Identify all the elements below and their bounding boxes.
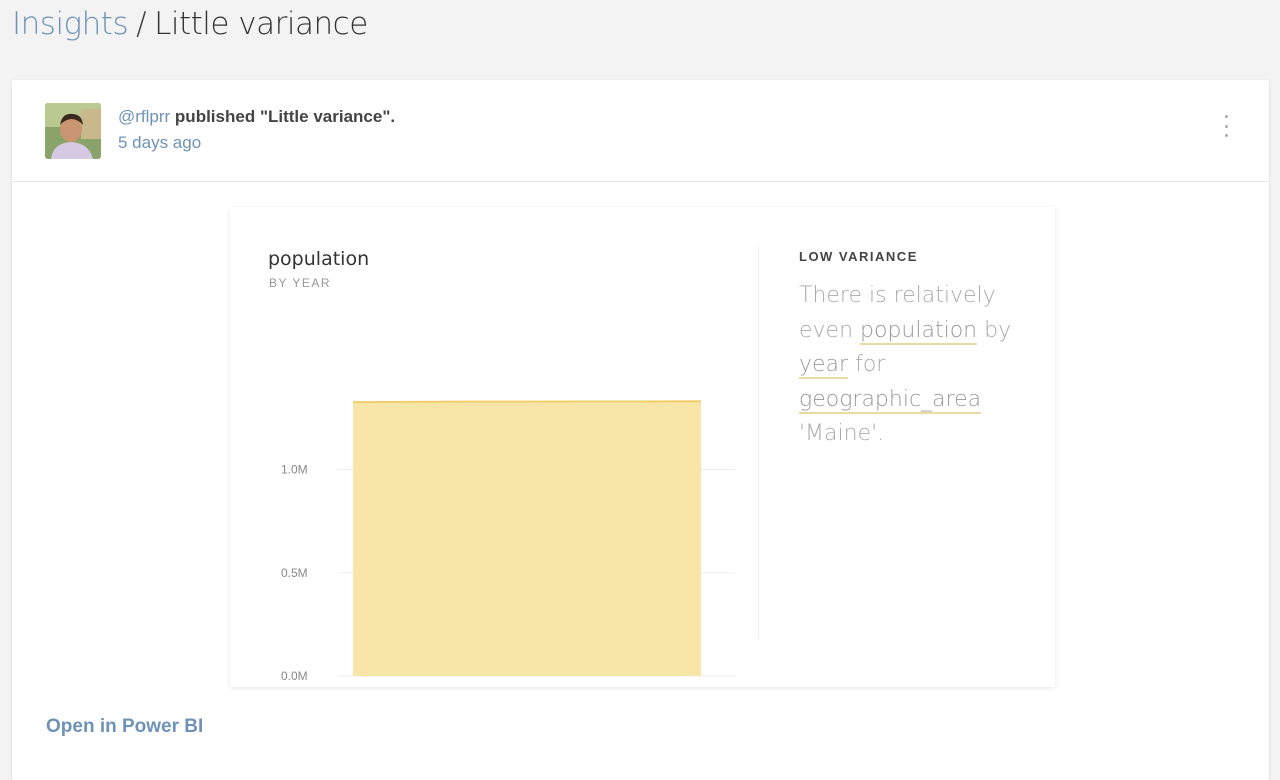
panel-divider bbox=[758, 247, 759, 639]
kebab-vertical-icon[interactable] bbox=[1221, 115, 1231, 137]
avatar-image bbox=[45, 103, 101, 159]
page-title: Little variance bbox=[154, 6, 368, 42]
breadcrumb-insights-link[interactable]: Insights bbox=[12, 6, 129, 42]
author-line: @rflprr published "Little variance". bbox=[118, 107, 395, 127]
breadcrumb-separator: / bbox=[136, 6, 147, 42]
population-line bbox=[352, 400, 702, 404]
avatar[interactable] bbox=[45, 103, 101, 159]
card-header: @rflprr published "Little variance". 5 d… bbox=[12, 80, 1269, 182]
population-area bbox=[353, 401, 701, 676]
post-timestamp[interactable]: 5 days ago bbox=[118, 133, 201, 153]
insight-panel: population BY YEAR 0.0M0.5M1.0M201020112… bbox=[230, 207, 1055, 687]
y-tick-label: 1.0M bbox=[281, 463, 308, 477]
insight-field-geographic-area: geographic_area bbox=[799, 386, 982, 414]
insight-card: @rflprr published "Little variance". 5 d… bbox=[12, 80, 1269, 780]
insight-text: There is relatively even population by y… bbox=[799, 279, 1019, 452]
insight-text-part: for bbox=[848, 352, 886, 377]
insight-field-population: population bbox=[860, 317, 978, 345]
open-in-power-bi-link[interactable]: Open in Power BI bbox=[46, 716, 203, 738]
y-tick-label: 0.5M bbox=[281, 566, 308, 580]
post-title: "Little variance". bbox=[259, 107, 396, 126]
breadcrumb: Insights / Little variance bbox=[12, 4, 368, 44]
author-username[interactable]: @rflprr bbox=[118, 107, 170, 126]
insight-text-part: 'Maine'. bbox=[799, 421, 885, 446]
y-tick-label: 0.0M bbox=[281, 669, 308, 683]
insight-label: LOW VARIANCE bbox=[799, 249, 918, 264]
author-action: published bbox=[170, 107, 260, 126]
area-chart: 0.0M0.5M1.0M2010201120122013201520142016 bbox=[281, 400, 735, 683]
insight-text-part: by bbox=[977, 317, 1012, 343]
insight-field-year: year bbox=[799, 352, 849, 379]
